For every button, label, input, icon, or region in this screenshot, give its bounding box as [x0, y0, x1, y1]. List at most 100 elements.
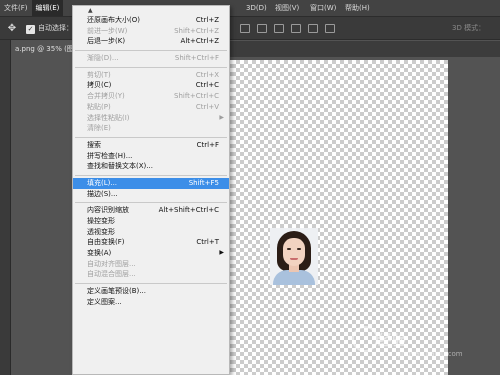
edit-menu-list: 还原画布大小(O) Ctrl+Z 前进一步(W) Shift+Ctrl+Z 后退一步(K… — [73, 15, 229, 308]
scroll-up-icon[interactable]: ▲ — [88, 7, 93, 14]
menu-separator — [75, 174, 227, 176]
submenu-arrow-icon: ▶ — [219, 113, 224, 121]
menu-item-shortcut: Ctrl+T — [196, 238, 219, 247]
menu-item[interactable]: 拷贝(C) Ctrl+C — [73, 80, 229, 91]
photoshop-window: 文件(F) 编辑(E) 3D(D) 视图(V) 窗口(W) 帮助(H) ✥ ✓ … — [0, 0, 500, 375]
menu-item: 渐隐(D)... Shift+Ctrl+F — [73, 53, 229, 64]
auto-select-label: 自动选择： — [38, 24, 73, 32]
menu-item-shortcut: Ctrl+V — [195, 102, 219, 111]
menu-item: 清除(E) — [73, 123, 229, 134]
align-icons — [240, 24, 335, 33]
menu-item-label: 定义图案... — [87, 297, 122, 306]
menu-item[interactable]: 拼写检查(H)... — [73, 151, 229, 162]
menu-separator — [75, 50, 227, 52]
align-left-icon[interactable] — [240, 24, 250, 33]
menu-item[interactable]: 搜索 Ctrl+F — [73, 140, 229, 151]
menu-item[interactable]: 填充(L)... Shift+F5 — [73, 177, 229, 189]
menu-item-shortcut: Ctrl+F — [196, 140, 219, 149]
menu-item[interactable]: 定义图案... — [73, 297, 229, 308]
auto-select-checkbox[interactable]: ✓ — [26, 25, 35, 34]
menu-item: 选择性粘贴(I) ▶ — [73, 113, 229, 124]
tools-panel — [0, 40, 11, 375]
menu-item-label: 搜索 — [87, 140, 101, 149]
menu-item-label: 合并拷贝(Y) — [87, 92, 125, 101]
menu-separator — [75, 283, 227, 285]
menu-item[interactable]: 后退一步(K) Alt+Ctrl+Z — [73, 36, 229, 47]
menu-item-label: 自由变换(F) — [87, 238, 125, 247]
menu-item: 自动对齐图层... — [73, 259, 229, 270]
menu-item[interactable]: 自由变换(F) Ctrl+T — [73, 237, 229, 248]
menu-item-label: 渐隐(D)... — [87, 54, 119, 63]
distribute-icon[interactable] — [291, 24, 301, 33]
canvas-transparent[interactable] — [232, 60, 448, 375]
menu-item-label: 还原画布大小(O) — [87, 16, 140, 24]
menu-item-shortcut: Shift+Ctrl+F — [174, 54, 219, 63]
menu-item-shortcut: Ctrl+X — [195, 70, 219, 79]
menu-separator — [75, 136, 227, 138]
menu-item-label: 粘贴(P) — [87, 102, 111, 111]
menu-item[interactable]: 还原画布大小(O) Ctrl+Z — [73, 15, 229, 26]
align-right-icon[interactable] — [274, 24, 284, 33]
menu-edit[interactable]: 编辑(E) — [31, 0, 64, 16]
menu-item-label: 后退一步(K) — [87, 37, 126, 46]
menu-separator — [75, 202, 227, 204]
watermark-logo — [352, 326, 378, 352]
menu-item: 自动混合图层... — [73, 269, 229, 280]
menu-item: 剪切(T) Ctrl+X — [73, 70, 229, 81]
menu-item[interactable]: 描边(S)... — [73, 189, 229, 200]
menu-item[interactable]: 操控变形 — [73, 216, 229, 227]
menu-window[interactable]: 窗口(W) — [306, 0, 340, 16]
menu-item[interactable]: 透视变形 — [73, 227, 229, 238]
menu-item-label: 查找和替换文本(X)... — [87, 162, 153, 171]
photo-eye-right — [297, 248, 301, 250]
menu-view[interactable]: 视图(V) — [271, 0, 303, 16]
menu-item-label: 操控变形 — [87, 217, 115, 225]
edit-menu-dropdown: ▲ 还原画布大小(O) Ctrl+Z 前进一步(W) Shift+Ctrl+Z 后退一步… — [72, 5, 230, 375]
photo-mouth — [290, 258, 298, 260]
menu-help[interactable]: 帮助(H) — [341, 0, 374, 16]
menu-item-label: 自动混合图层... — [87, 270, 136, 279]
submenu-arrow-icon: ▶ — [219, 249, 224, 257]
menu-item-label: 拼写检查(H)... — [87, 151, 133, 160]
watermark-text: 经验 — [378, 333, 406, 349]
menu-item-shortcut: Shift+Ctrl+Z — [174, 26, 219, 35]
distribute-h-icon[interactable] — [308, 24, 318, 33]
align-center-icon[interactable] — [257, 24, 267, 33]
menu-item-shortcut: Alt+Shift+Ctrl+C — [158, 206, 219, 215]
menu-item-shortcut: Ctrl+C — [195, 81, 219, 90]
photo-eye-left — [287, 248, 291, 250]
menu-item[interactable]: 定义画笔预设(B)... — [73, 286, 229, 297]
menu-item: 粘贴(P) Ctrl+V — [73, 102, 229, 113]
menu-item: 合并拷贝(Y) Shift+Ctrl+C — [73, 91, 229, 102]
menu-item-label: 定义画笔预设(B)... — [87, 287, 146, 296]
menu-item-label: 自动对齐图层... — [87, 259, 136, 268]
watermark: 经验 jingyan.baidu.com — [378, 330, 463, 358]
menu-item-label: 变换(A) — [87, 249, 112, 258]
menu-item[interactable]: 内容识别缩放 Alt+Shift+Ctrl+C — [73, 205, 229, 216]
menu-item[interactable]: 变换(A) ▶ — [73, 248, 229, 259]
menu-item-label: 拷贝(C) — [87, 81, 112, 90]
menu-separator — [75, 66, 227, 68]
menu-item-label: 描边(S)... — [87, 189, 118, 198]
menu-item-shortcut: Shift+Ctrl+C — [174, 92, 219, 101]
photo-face — [283, 238, 305, 266]
menu-3d[interactable]: 3D(D) — [242, 0, 271, 16]
photo-shirt — [273, 270, 315, 285]
document-tab[interactable]: a.png @ 35% (图 — [11, 41, 73, 57]
menu-item-label: 选择性粘贴(I) — [87, 113, 130, 122]
menu-item-shortcut: Alt+Ctrl+Z — [180, 37, 219, 46]
menu-item-label: 剪切(T) — [87, 70, 111, 79]
watermark-sub: jingyan.baidu.com — [398, 350, 463, 358]
menu-item-label: 前进一步(W) — [87, 26, 128, 35]
menu-item-shortcut: Ctrl+Z — [195, 16, 219, 24]
distribute-v-icon[interactable] — [325, 24, 335, 33]
move-tool-icon[interactable]: ✥ — [4, 21, 20, 37]
portrait-photo — [270, 228, 318, 285]
menu-item[interactable]: 查找和替换文本(X)... — [73, 161, 229, 172]
menu-file[interactable]: 文件(F) — [0, 0, 32, 16]
menu-item: 前进一步(W) Shift+Ctrl+Z — [73, 26, 229, 37]
menu-item-label: 清除(E) — [87, 124, 111, 133]
menu-item-label: 填充(L)... — [87, 178, 118, 187]
mode-3d-label: 3D 模式： — [452, 24, 486, 32]
menu-item-label: 内容识别缩放 — [87, 206, 129, 215]
